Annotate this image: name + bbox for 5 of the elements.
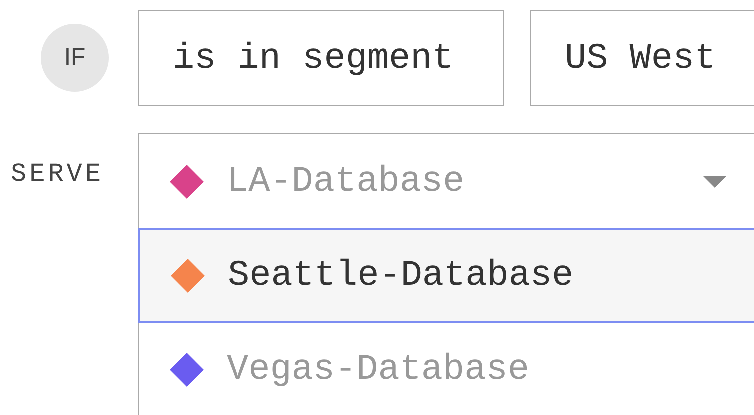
serve-label: SERVE [10, 158, 106, 189]
segment-field[interactable]: US West [530, 10, 754, 106]
if-label: IF [41, 24, 109, 92]
operator-field[interactable]: is in segment [138, 10, 504, 106]
dropdown-option[interactable]: Seattle-Database [138, 228, 754, 323]
